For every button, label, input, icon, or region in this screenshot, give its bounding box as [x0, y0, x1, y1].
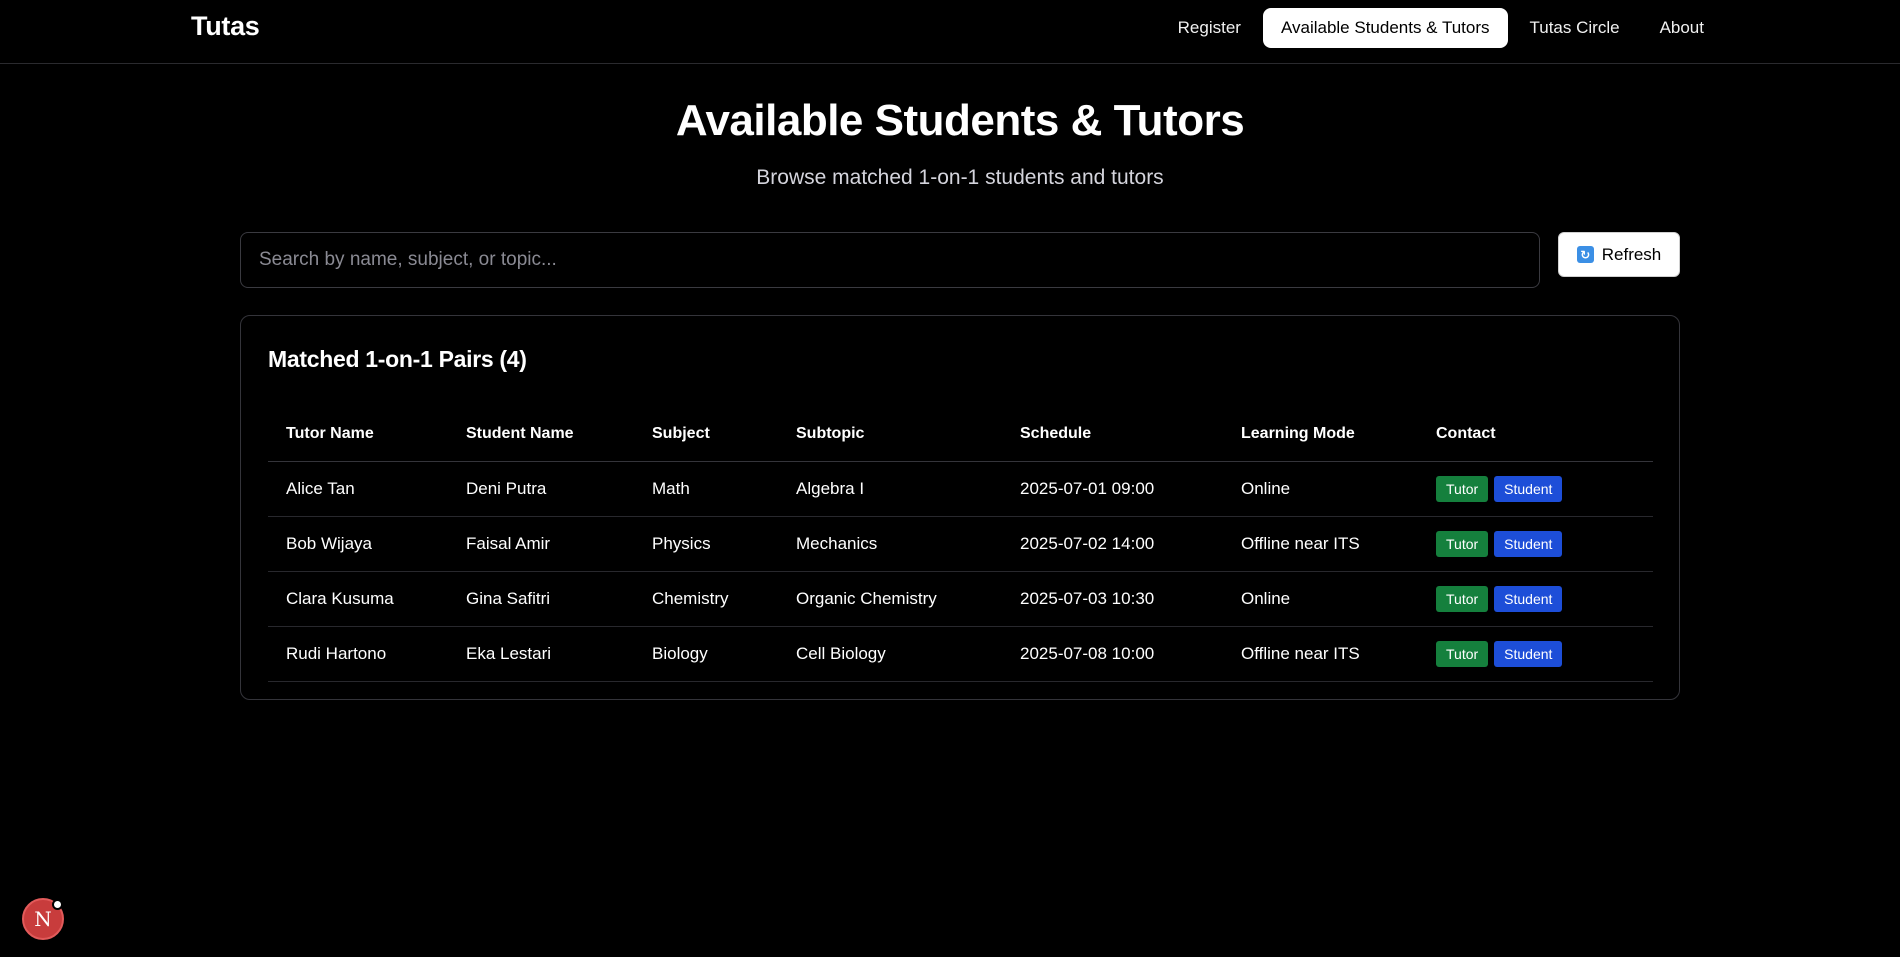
- cell-schedule: 2025-07-03 10:30: [1002, 571, 1223, 627]
- nav-links: Register Available Students & Tutors Tut…: [1156, 7, 1722, 49]
- contact-tutor-button[interactable]: Tutor: [1436, 640, 1489, 667]
- brand-logo[interactable]: Tutas: [191, 11, 260, 42]
- column-header-subject: Subject: [634, 407, 778, 462]
- card-title: Matched 1-on-1 Pairs (4): [268, 346, 527, 372]
- cell-tutor-name: Alice Tan: [268, 461, 448, 517]
- dev-tools-indicator-button[interactable]: N: [22, 898, 64, 940]
- table-row: Clara Kusuma Gina Safitri Chemistry Orga…: [268, 571, 1653, 627]
- cell-tutor-name: Bob Wijaya: [268, 516, 448, 572]
- cell-schedule: 2025-07-01 09:00: [1002, 461, 1223, 517]
- refresh-button[interactable]: ↻ Refresh: [1558, 232, 1680, 277]
- notification-dot-icon: [52, 899, 63, 910]
- column-header-contact: Contact: [1418, 407, 1653, 462]
- cell-tutor-name: Clara Kusuma: [268, 571, 448, 627]
- cell-contact: Tutor Student: [1418, 461, 1653, 517]
- table-row: Bob Wijaya Faisal Amir Physics Mechanics…: [268, 516, 1653, 572]
- nav-link-register[interactable]: Register: [1160, 7, 1259, 49]
- cell-tutor-name: Rudi Hartono: [268, 626, 448, 682]
- column-header-learning-mode: Learning Mode: [1223, 407, 1418, 462]
- cell-schedule: 2025-07-08 10:00: [1002, 626, 1223, 682]
- cell-subtopic: Cell Biology: [778, 626, 1002, 682]
- top-navbar: Tutas Register Available Students & Tuto…: [0, 0, 1900, 64]
- table-row: Rudi Hartono Eka Lestari Biology Cell Bi…: [268, 626, 1653, 682]
- cell-subject: Math: [634, 461, 778, 517]
- contact-tutor-button[interactable]: Tutor: [1436, 530, 1489, 557]
- cell-subject: Physics: [634, 516, 778, 572]
- matched-pairs-table: Tutor Name Student Name Subject Subtopic…: [268, 407, 1653, 682]
- cell-student-name: Faisal Amir: [448, 516, 634, 572]
- contact-tutor-button[interactable]: Tutor: [1436, 585, 1489, 612]
- matched-pairs-card: Matched 1-on-1 Pairs (4) Tutor Name Stud…: [240, 315, 1680, 700]
- nav-link-available-students-tutors[interactable]: Available Students & Tutors: [1262, 8, 1508, 48]
- cell-subject: Chemistry: [634, 571, 778, 627]
- column-header-schedule: Schedule: [1002, 407, 1223, 462]
- cell-learning-mode: Offline near ITS: [1223, 626, 1418, 682]
- refresh-icon: ↻: [1576, 246, 1594, 263]
- search-input[interactable]: [240, 232, 1540, 288]
- cell-subtopic: Organic Chemistry: [778, 571, 1002, 627]
- nav-link-about[interactable]: About: [1642, 7, 1722, 49]
- contact-student-button[interactable]: Student: [1494, 475, 1563, 502]
- cell-schedule: 2025-07-02 14:00: [1002, 516, 1223, 572]
- column-header-subtopic: Subtopic: [778, 407, 1002, 462]
- cell-contact: Tutor Student: [1418, 571, 1653, 627]
- contact-student-button[interactable]: Student: [1494, 530, 1563, 557]
- page-title: Available Students & Tutors: [675, 96, 1245, 145]
- cell-subject: Biology: [634, 626, 778, 682]
- page-subtitle: Browse matched 1-on-1 students and tutor…: [756, 166, 1164, 189]
- cell-student-name: Deni Putra: [448, 461, 634, 517]
- table-row: Alice Tan Deni Putra Math Algebra I 2025…: [268, 461, 1653, 517]
- cell-contact: Tutor Student: [1418, 626, 1653, 682]
- table-header-row: Tutor Name Student Name Subject Subtopic…: [268, 407, 1653, 462]
- cell-subtopic: Algebra I: [778, 461, 1002, 517]
- column-header-student-name: Student Name: [448, 407, 634, 462]
- cell-student-name: Gina Safitri: [448, 571, 634, 627]
- cell-learning-mode: Offline near ITS: [1223, 516, 1418, 572]
- contact-student-button[interactable]: Student: [1494, 640, 1563, 667]
- dev-indicator-letter-icon: N: [34, 907, 52, 931]
- cell-student-name: Eka Lestari: [448, 626, 634, 682]
- cell-subtopic: Mechanics: [778, 516, 1002, 572]
- contact-tutor-button[interactable]: Tutor: [1436, 475, 1489, 502]
- cell-learning-mode: Online: [1223, 461, 1418, 517]
- cell-learning-mode: Online: [1223, 571, 1418, 627]
- contact-student-button[interactable]: Student: [1494, 585, 1563, 612]
- refresh-button-label: Refresh: [1601, 244, 1662, 264]
- nav-link-tutas-circle[interactable]: Tutas Circle: [1512, 7, 1638, 49]
- cell-contact: Tutor Student: [1418, 516, 1653, 572]
- column-header-tutor-name: Tutor Name: [268, 407, 448, 462]
